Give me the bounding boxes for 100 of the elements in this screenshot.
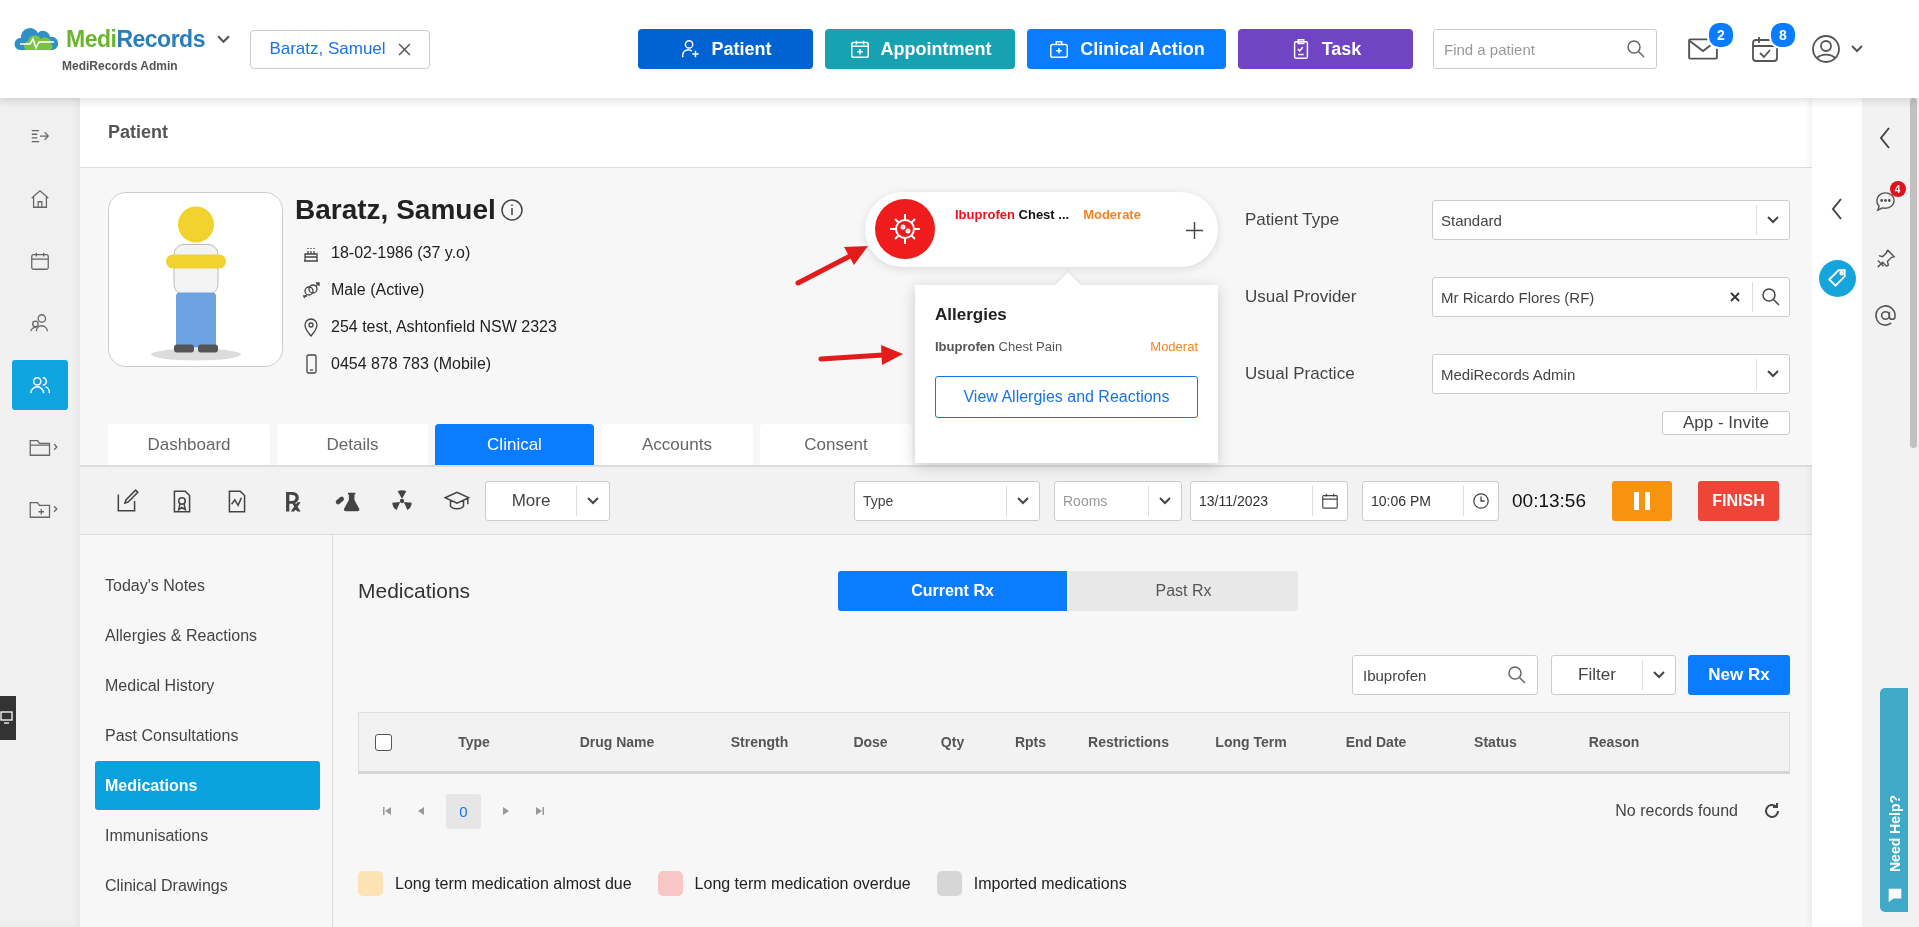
medical-kit-icon [1048, 38, 1071, 60]
action-button[interactable]: Clinical Action [1027, 29, 1226, 69]
field-label: Usual Practice [1245, 364, 1356, 384]
patient-name: Baratz, Samuel [295, 194, 496, 226]
column-header[interactable]: Drug Name [579, 734, 655, 750]
severity-label: Moderat [1150, 339, 1198, 354]
next-page-icon[interactable] [501, 806, 511, 816]
column-header[interactable]: Strength [730, 734, 789, 750]
user-avatar-icon[interactable] [1811, 34, 1841, 64]
pause-icon [1633, 490, 1651, 511]
finish-button[interactable]: FINISH [1698, 480, 1779, 521]
more-dropdown[interactable]: More [485, 480, 610, 521]
allergy-summary: Ibuprofen Chest ... [955, 207, 1070, 222]
severity-label: Moderate [1083, 207, 1141, 222]
app-invite-button[interactable]: App - Invite [1662, 411, 1790, 435]
page-number[interactable]: 0 [446, 793, 481, 829]
column-header[interactable]: Restrictions [1088, 734, 1169, 750]
select-all-checkbox[interactable] [374, 733, 392, 751]
clock-icon[interactable] [1472, 491, 1490, 510]
column-header[interactable]: Status [1474, 734, 1517, 750]
column-header[interactable]: Dose [853, 734, 888, 750]
segment-tab[interactable]: Past Rx [1069, 571, 1298, 611]
chevron-down-icon[interactable] [1767, 216, 1779, 224]
section-nav-item[interactable]: Medical History [95, 661, 320, 710]
patient-detail: 254 test, Ashtonfield NSW 2323 [331, 317, 557, 336]
page-title: Patient [108, 122, 168, 143]
tab[interactable]: Clinical [435, 424, 594, 465]
search-icon[interactable] [1626, 39, 1646, 59]
cloud-logo-icon [14, 26, 60, 52]
dropdown[interactable]: Standard [1432, 200, 1790, 240]
lookup-field[interactable]: Mr Ricardo Flores (RF) [1432, 277, 1790, 317]
type-dropdown[interactable]: Type [854, 480, 1040, 521]
field-label: Patient Type [1245, 210, 1341, 230]
column-header[interactable]: End Date [1345, 734, 1407, 750]
column-header[interactable]: Rpts [1014, 734, 1047, 750]
date-field[interactable]: 13/11/2023 [1190, 480, 1348, 521]
prescription-glyph[interactable]: ℞ [279, 482, 305, 519]
search-icon[interactable] [1761, 287, 1781, 307]
segment-tab[interactable]: Current Rx [838, 571, 1067, 611]
section-nav-item[interactable]: Clinical Drawings [95, 861, 320, 910]
tab[interactable]: Accounts [601, 424, 753, 465]
chat-bubble-icon [1886, 886, 1904, 904]
patient-detail: 0454 878 783 (Mobile) [331, 354, 492, 373]
close-icon[interactable] [397, 42, 411, 56]
virus-icon [875, 199, 935, 259]
allergy-alert[interactable]: Ibuprofen Chest ... Moderate [865, 192, 1218, 267]
time-field[interactable]: 10:06 PM [1362, 480, 1499, 521]
practice-name: MediRecords Admin [62, 58, 178, 73]
people-icon [29, 312, 51, 334]
chevron-down-icon[interactable] [1767, 370, 1779, 378]
column-header[interactable]: Reason [1588, 734, 1640, 750]
clear-icon[interactable] [1730, 292, 1740, 302]
tab[interactable]: Consent [760, 424, 912, 465]
info-icon[interactable] [499, 198, 524, 222]
chat-icon[interactable] [1873, 190, 1897, 213]
section-nav-item[interactable]: Today's Notes [95, 561, 320, 610]
brand-name: MediRecords [66, 25, 205, 53]
chevron-down-icon[interactable] [1159, 496, 1171, 505]
refresh-icon[interactable] [1762, 801, 1782, 821]
column-header[interactable]: Qty [940, 734, 965, 750]
tab[interactable]: Details [277, 424, 428, 465]
scrollbar[interactable] [1908, 98, 1919, 927]
legend-label: Long term medication overdue [694, 874, 911, 893]
action-button[interactable]: Task [1238, 29, 1413, 69]
search-icon[interactable] [1507, 665, 1527, 685]
filter-dropdown[interactable]: Filter [1551, 655, 1676, 695]
column-header[interactable]: Long Term [1215, 734, 1287, 750]
first-page-icon[interactable] [382, 806, 392, 816]
legend-label: Imported medications [973, 874, 1127, 893]
open-patient-tab[interactable]: Baratz, Samuel [250, 29, 430, 69]
chevron-down-icon[interactable] [216, 34, 230, 44]
remote-desktop-icon[interactable] [0, 696, 16, 740]
plus-icon[interactable] [1185, 221, 1204, 240]
last-page-icon[interactable] [535, 806, 545, 816]
tab[interactable]: Dashboard [108, 424, 270, 465]
section-title: Medications [358, 579, 472, 603]
chevron-down-icon[interactable] [1851, 45, 1863, 53]
collapse-panel-icon[interactable] [1879, 127, 1891, 149]
section-nav-item[interactable]: Immunisations [95, 811, 320, 860]
section-nav-item[interactable]: Past Consultations [95, 711, 320, 760]
calendar-icon [29, 250, 51, 272]
tag-icon[interactable] [1818, 260, 1856, 297]
medication-search-field[interactable]: Ibuprofen [1352, 655, 1538, 695]
section-nav-item[interactable]: Allergies & Reactions [95, 611, 320, 660]
notification-badge: 2 [1707, 21, 1735, 49]
new-rx-button[interactable]: New Rx [1688, 655, 1790, 695]
action-button[interactable]: Patient [638, 29, 813, 69]
column-header[interactable]: Type [458, 734, 490, 750]
chevron-down-icon[interactable] [587, 496, 599, 505]
chevron-down-icon[interactable] [1017, 496, 1029, 505]
calendar-icon[interactable] [1321, 491, 1339, 510]
chevron-down-icon[interactable] [1653, 671, 1665, 679]
popup-title: Allergies [935, 305, 1008, 325]
previous-page-icon[interactable] [416, 806, 426, 816]
view-allergies-button[interactable]: View Allergies and Reactions [935, 376, 1198, 418]
collapse-panel-icon[interactable] [1831, 198, 1843, 220]
mention-icon[interactable] [1873, 304, 1897, 327]
dropdown[interactable]: MediRecords Admin [1432, 354, 1790, 394]
people-icon [29, 374, 51, 396]
location-pin-icon [301, 316, 321, 337]
